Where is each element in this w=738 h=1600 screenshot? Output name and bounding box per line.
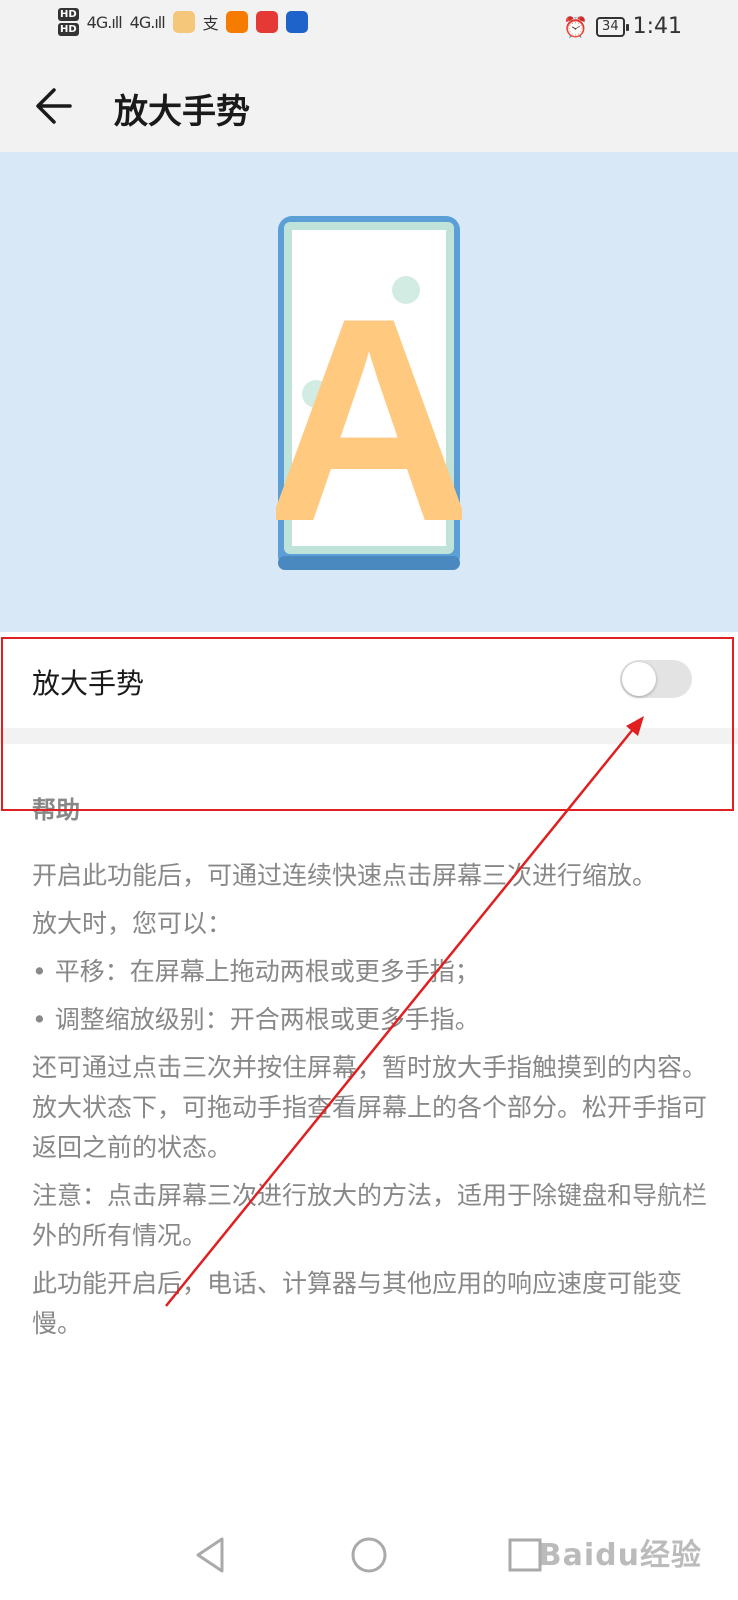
help-paragraph: 开启此功能后，可通过连续快速点击屏幕三次进行缩放。 <box>32 861 658 890</box>
nav-back-icon[interactable] <box>186 1530 236 1580</box>
hd-badge: HD <box>58 8 79 21</box>
status-left: HD HD 4G.ıll 4G.ıll 支 <box>58 8 308 36</box>
alipay-icon: 支 <box>202 14 219 33</box>
kuaishou-icon <box>225 11 248 33</box>
alarm-icon: ⏰ <box>563 14 589 39</box>
status-bar: HD HD 4G.ıll 4G.ıll 支 ⏰ 34 1:41 <box>0 0 738 60</box>
banner-letter: A <box>276 258 462 574</box>
tiger-app-icon <box>172 11 195 33</box>
help-paragraph: 放大时，您可以： <box>32 909 233 938</box>
help-paragraph: 还可通过点击三次并按住屏幕，暂时放大手指触摸到的内容。放大状态下，可拖动手指查看… <box>32 1053 708 1162</box>
help-paragraph: • 调整缩放级别：开合两根或更多手指。 <box>32 1005 480 1034</box>
page-title: 放大手势 <box>114 92 250 132</box>
baidu-app-icon <box>285 11 308 33</box>
help-paragraph: 注意：点击屏幕三次进行放大的方法，适用于除键盘和导航栏外的所有情况。 <box>32 1181 708 1250</box>
nav-home-icon[interactable] <box>344 1530 394 1580</box>
clock: 1:41 <box>632 14 682 39</box>
phone-illustration: A <box>276 216 462 574</box>
back-arrow-icon[interactable] <box>32 82 80 130</box>
annotation-highlight-box <box>1 637 734 811</box>
watermark: Baidu经验 <box>538 1538 702 1573</box>
illustration-banner: A <box>0 152 738 632</box>
status-right: ⏰ 34 1:41 <box>563 14 682 39</box>
navigation-bar: Baidu经验 <box>0 1510 738 1600</box>
video-app-icon <box>255 11 278 33</box>
help-paragraph: 此功能开启后，电话、计算器与其他应用的响应速度可能变慢。 <box>32 1269 683 1338</box>
help-text: 开启此功能后，可通过连续快速点击屏幕三次进行缩放。 放大时，您可以： • 平移：… <box>32 856 712 1352</box>
battery-icon: 34 <box>596 16 629 37</box>
help-paragraph: • 平移：在屏幕上拖动两根或更多手指； <box>32 957 480 986</box>
hd-badges: HD HD <box>58 8 79 36</box>
signal-icon: 4G.ıll <box>129 12 166 32</box>
title-bar: 放大手势 <box>0 60 738 152</box>
hd-badge: HD <box>58 23 79 36</box>
signal-icon: 4G.ıll <box>86 12 123 32</box>
